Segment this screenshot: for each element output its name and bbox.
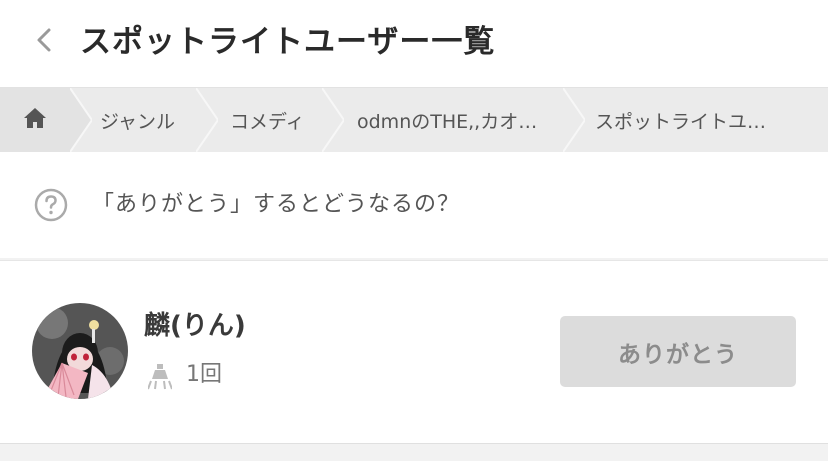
spotlight-icon	[148, 362, 172, 390]
help-text[interactable]: 「ありがとう」するとどうなるの？	[92, 186, 460, 224]
spotlight-count: 1回	[186, 362, 222, 387]
breadcrumb-item-spotlight-users[interactable]: スポットライトユ…	[595, 88, 766, 152]
avatar[interactable]	[32, 303, 128, 399]
breadcrumb-item-genre[interactable]: ジャンル	[100, 88, 175, 152]
header-bar: スポットライトユーザー一覧	[0, 0, 828, 88]
question-circle-icon	[34, 188, 68, 222]
home-icon	[22, 106, 48, 135]
breadcrumb-separator	[563, 88, 585, 152]
thanks-button[interactable]: ありがとう	[560, 316, 796, 387]
breadcrumb-item-comedy[interactable]: コメディ	[230, 88, 305, 152]
back-button[interactable]	[28, 24, 60, 60]
chevron-left-icon	[35, 27, 53, 57]
breadcrumb-home[interactable]	[0, 88, 70, 152]
breadcrumb-separator	[70, 88, 92, 152]
breadcrumb-separator	[322, 88, 344, 152]
breadcrumb-item-work[interactable]: odmnのTHE,,カオ…	[357, 88, 537, 152]
user-name[interactable]: 麟(りん)	[144, 306, 246, 346]
breadcrumb: ジャンル コメディ odmnのTHE,,カオ… スポットライトユ…	[0, 88, 828, 152]
breadcrumb-separator	[196, 88, 218, 152]
page-title: スポットライトユーザー一覧	[80, 24, 496, 60]
